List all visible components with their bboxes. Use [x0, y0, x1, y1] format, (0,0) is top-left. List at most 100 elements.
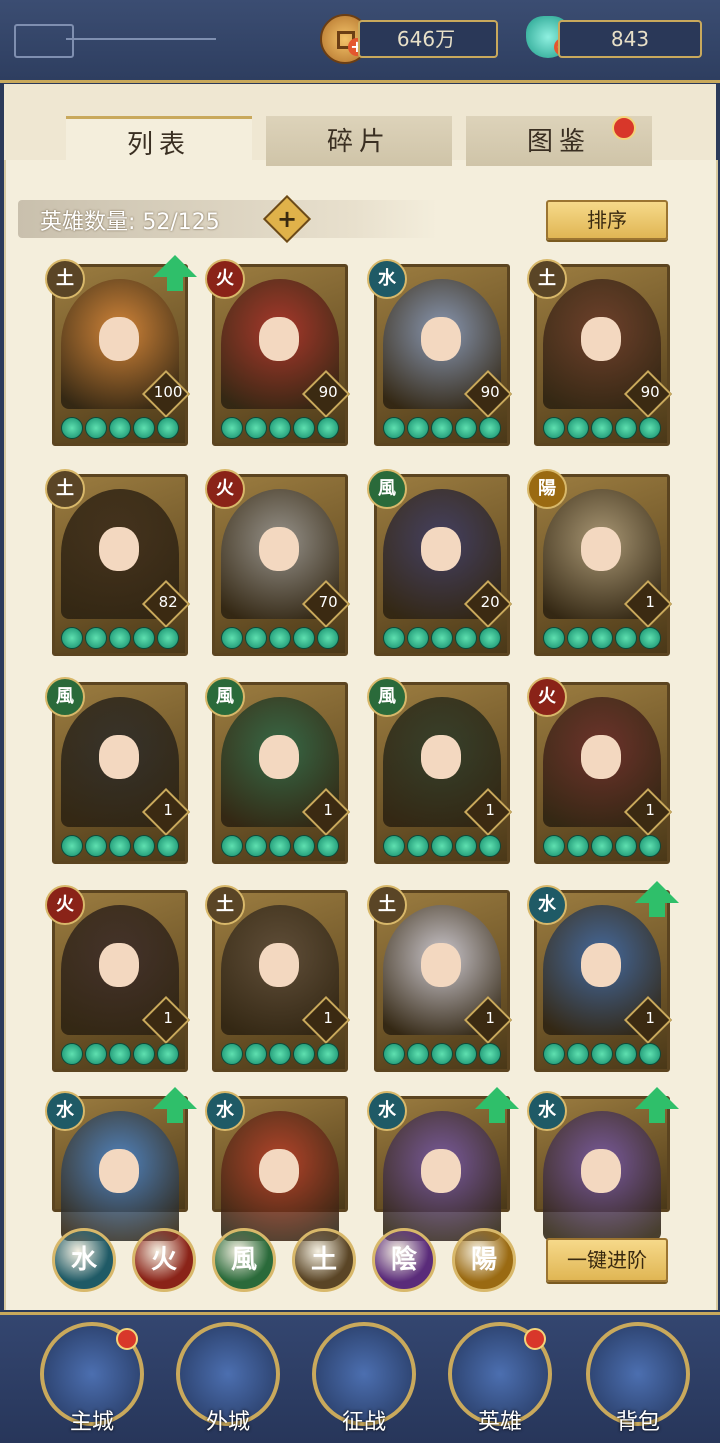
element-badge: 水	[367, 259, 407, 299]
hero-card[interactable]: 水	[367, 1087, 519, 1241]
star-icon	[157, 1043, 179, 1065]
star-icon	[591, 1043, 613, 1065]
star-icon	[543, 1043, 565, 1065]
element-badge: 土	[45, 259, 85, 299]
hero-level: 70	[318, 592, 338, 611]
element-badge: 土	[45, 469, 85, 509]
star-icon	[407, 1043, 429, 1065]
hero-card[interactable]: 水	[527, 1087, 679, 1241]
element-badge: 風	[45, 677, 85, 717]
element-filter-toggle[interactable]: 陰	[372, 1228, 436, 1292]
hero-face	[99, 735, 139, 779]
hero-level: 1	[645, 800, 655, 819]
star-icon	[221, 417, 243, 439]
hero-face	[421, 735, 461, 779]
top-bar: + 646万 + 843	[0, 0, 720, 83]
tab-list[interactable]: 列表	[66, 116, 252, 169]
element-filter-toggle[interactable]: 風	[212, 1228, 276, 1292]
hero-card[interactable]: 風 20	[367, 469, 513, 656]
star-icon	[615, 627, 637, 649]
hero-level: 1	[323, 800, 333, 819]
nav-label: 征战	[341, 1410, 386, 1435]
star-icon	[567, 835, 589, 857]
star-icon	[85, 627, 107, 649]
hero-card[interactable]: 土1	[205, 885, 351, 1072]
element-filter-toggle[interactable]: 土	[292, 1228, 356, 1292]
element-badge: 火	[205, 259, 245, 299]
element-badge: 風	[367, 677, 407, 717]
star-icon	[245, 627, 267, 649]
element-filter-toggle[interactable]: 陽	[452, 1228, 516, 1292]
hero-card[interactable]: 火1	[45, 885, 191, 1072]
star-icon	[543, 627, 565, 649]
hero-card[interactable]: 土 100	[45, 255, 197, 446]
element-filter-toggle[interactable]: 火	[132, 1228, 196, 1292]
notification-badge	[116, 1328, 138, 1350]
star-icon	[221, 627, 243, 649]
star-icon	[317, 627, 339, 649]
star-icon	[245, 835, 267, 857]
star-icon	[221, 835, 243, 857]
element-filter-toggle[interactable]: 水	[52, 1228, 116, 1292]
star-icon	[455, 417, 477, 439]
game-logo-icon	[14, 24, 216, 58]
star-icon	[567, 627, 589, 649]
hero-card[interactable]: 土 90	[527, 259, 673, 446]
star-icon	[61, 627, 83, 649]
star-rating	[221, 835, 339, 857]
hero-card[interactable]: 風1	[367, 677, 513, 864]
star-icon	[269, 627, 291, 649]
hero-level: 1	[645, 1008, 655, 1027]
upgrade-arrow-icon	[153, 1087, 197, 1123]
hero-card[interactable]: 水	[205, 1091, 348, 1241]
hero-card[interactable]: 陽1	[527, 469, 673, 656]
star-icon	[269, 1043, 291, 1065]
star-icon	[85, 835, 107, 857]
hero-card[interactable]: 火1	[527, 677, 673, 864]
hero-card[interactable]: 土 82	[45, 469, 191, 656]
hero-face	[99, 317, 139, 361]
star-icon	[639, 417, 661, 439]
upgrade-arrow-icon	[153, 255, 197, 291]
hero-level: 1	[163, 800, 173, 819]
plus-icon: +	[276, 205, 298, 233]
star-icon	[407, 417, 429, 439]
element-badge: 土	[367, 885, 407, 925]
star-icon	[383, 417, 405, 439]
nav-label: 外城	[205, 1410, 250, 1435]
star-icon	[269, 417, 291, 439]
nav-label: 主城	[69, 1410, 114, 1435]
sort-button[interactable]: 排序	[546, 200, 668, 240]
hero-card[interactable]: 水 90	[367, 259, 513, 446]
star-icon	[317, 417, 339, 439]
hero-level: 90	[640, 382, 660, 401]
hero-card[interactable]: 風1	[205, 677, 351, 864]
element-badge: 火	[527, 677, 567, 717]
star-icon	[567, 1043, 589, 1065]
star-rating	[543, 627, 661, 649]
hero-card[interactable]: 火 70	[205, 469, 351, 656]
hero-card[interactable]: 水	[45, 1087, 197, 1241]
element-badge: 水	[527, 885, 567, 925]
star-rating	[61, 835, 179, 857]
hero-card[interactable]: 水1	[527, 881, 679, 1072]
element-badge: 水	[367, 1091, 407, 1131]
hero-card[interactable]: 風1	[45, 677, 191, 864]
star-icon	[133, 627, 155, 649]
coin-value: 646万	[396, 27, 456, 51]
star-icon	[431, 1043, 453, 1065]
star-rating	[543, 1043, 661, 1065]
element-badge: 火	[205, 469, 245, 509]
quick-advance-button[interactable]: 一键进阶	[546, 1238, 668, 1282]
tab-fragments[interactable]: 碎片	[266, 116, 452, 166]
star-icon	[133, 417, 155, 439]
star-icon	[591, 417, 613, 439]
hero-card[interactable]: 火 90	[205, 259, 351, 446]
jade-value: 843	[610, 27, 650, 51]
hero-card[interactable]: 土1	[367, 885, 513, 1072]
element-badge: 水	[45, 1091, 85, 1131]
star-icon	[615, 835, 637, 857]
upgrade-arrow-icon	[635, 881, 679, 917]
star-rating	[543, 835, 661, 857]
star-icon	[245, 417, 267, 439]
